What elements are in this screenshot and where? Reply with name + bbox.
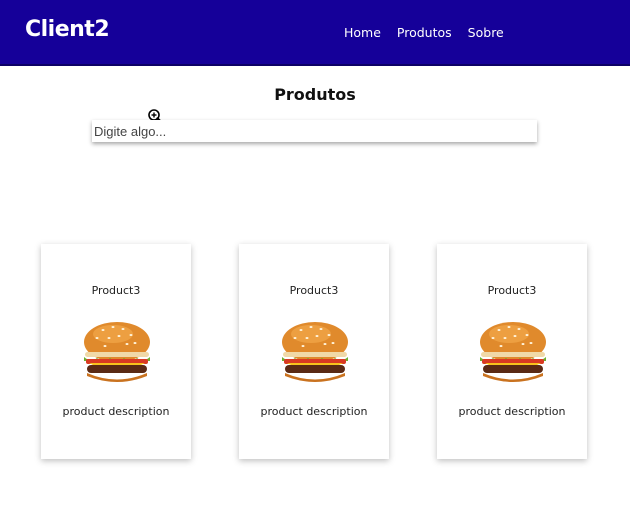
product-name: Product3	[289, 284, 339, 297]
brand-logo[interactable]: Client2	[25, 17, 110, 42]
nav-link-sobre[interactable]: Sobre	[468, 25, 504, 40]
product-description: product description	[458, 405, 566, 418]
main-nav: Home Produtos Sobre	[344, 25, 504, 40]
nav-link-home[interactable]: Home	[344, 25, 381, 40]
product-card[interactable]: Product3 product description	[41, 244, 191, 459]
hamburger-icon	[84, 322, 150, 382]
product-description: product description	[62, 405, 170, 418]
navbar: Client2 Home Produtos Sobre	[0, 0, 630, 66]
hamburger-icon	[480, 322, 546, 382]
product-card[interactable]: Product3 product description	[437, 244, 587, 459]
search-box	[92, 120, 537, 142]
page-title: Produtos	[274, 85, 356, 104]
product-name: Product3	[91, 284, 141, 297]
product-name: Product3	[487, 284, 537, 297]
product-description: product description	[260, 405, 368, 418]
hamburger-icon	[282, 322, 348, 382]
nav-link-produtos[interactable]: Produtos	[397, 25, 452, 40]
search-input[interactable]	[92, 120, 537, 142]
product-card[interactable]: Product3 product description	[239, 244, 389, 459]
